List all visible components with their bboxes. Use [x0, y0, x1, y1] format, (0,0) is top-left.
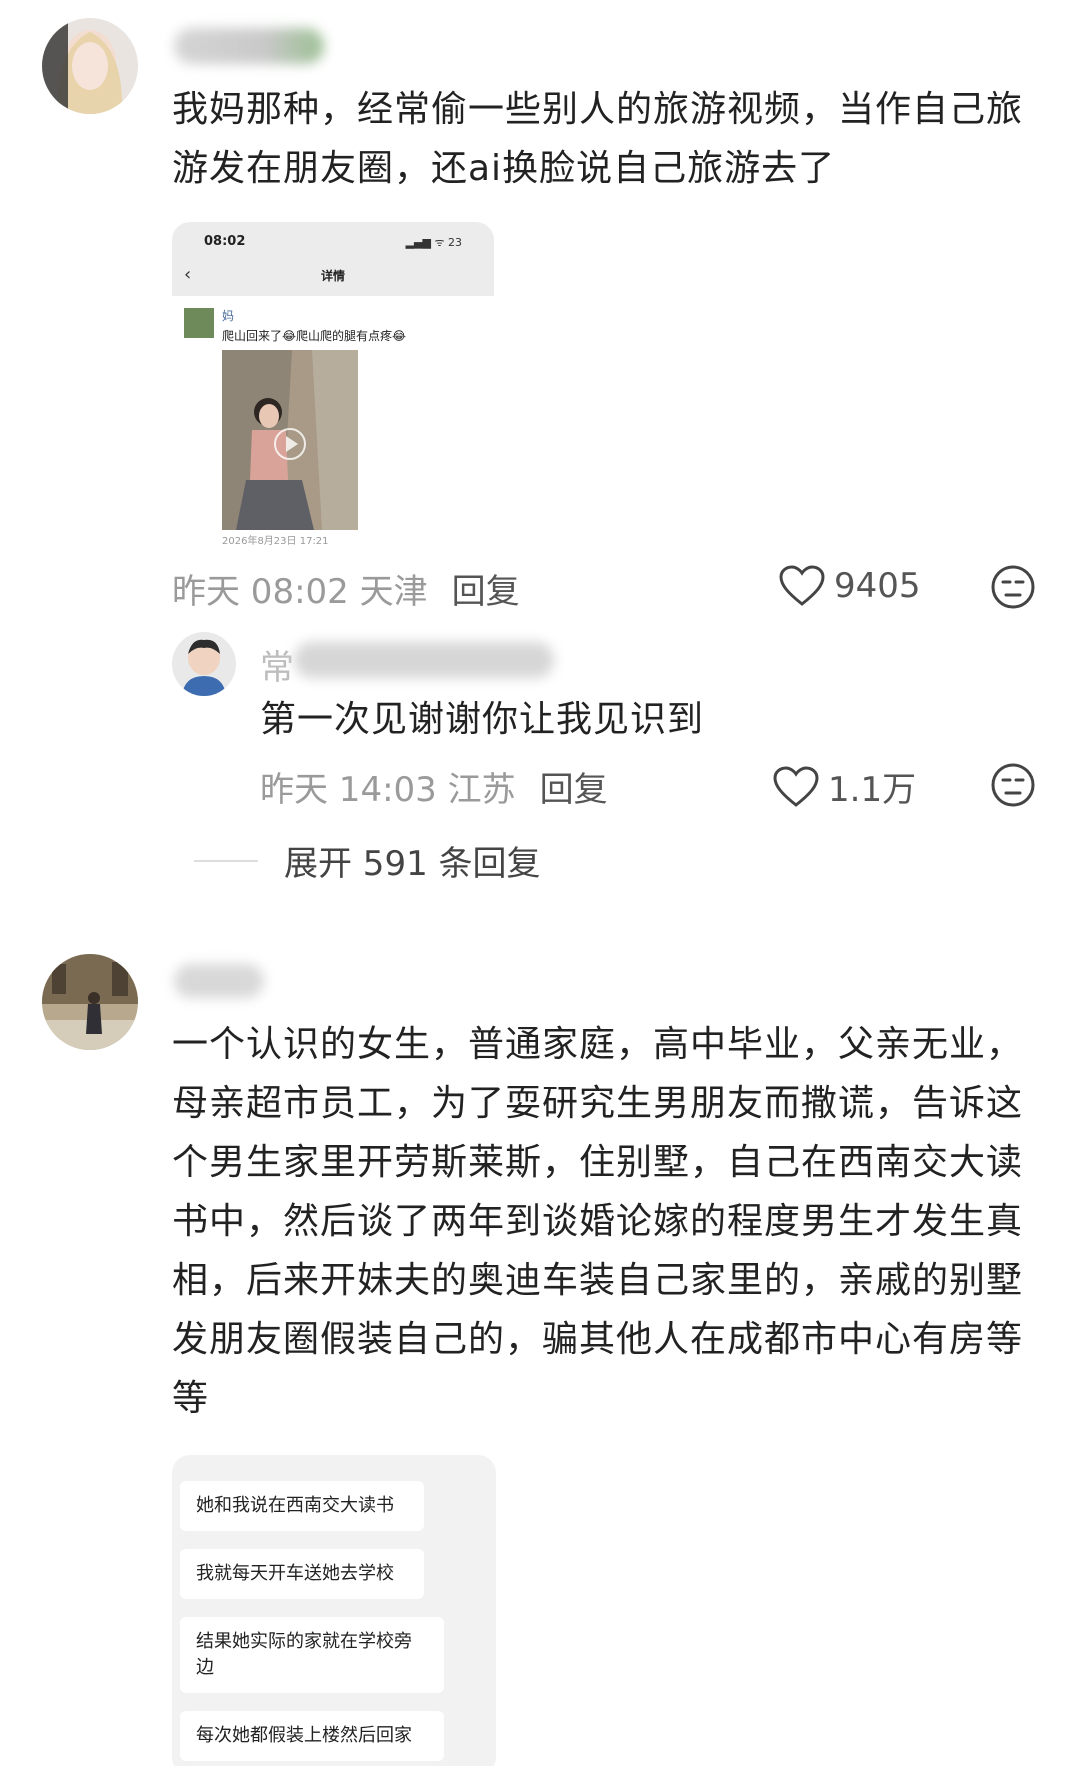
- like-count: 9405: [834, 566, 921, 606]
- reply-text: 第一次见谢谢你让我见识到: [260, 699, 705, 740]
- heart-outline-icon: [773, 765, 819, 807]
- poster-name: 妈: [222, 309, 235, 323]
- expand-replies-button[interactable]: 展开 591 条回复: [194, 836, 541, 885]
- unamused-face-icon[interactable]: [990, 564, 1036, 610]
- username-blurred: [294, 642, 554, 678]
- expand-replies-label: 展开 591 条回复: [284, 844, 541, 884]
- screenshot-title: 详情: [320, 269, 345, 283]
- reply-meta: 昨天 14:03 江苏 回复: [260, 762, 608, 811]
- like-button[interactable]: 9405: [778, 564, 921, 608]
- divider: [194, 859, 258, 862]
- post-text: 爬山回来了😂爬山爬的腿有点疼😂: [222, 329, 407, 343]
- chat-bubble: 每次她都假装上楼然后回家: [180, 1711, 444, 1761]
- username-blurred[interactable]: [174, 28, 324, 64]
- reply-button[interactable]: 回复: [540, 770, 608, 810]
- chat-screenshot-image[interactable]: 她和我说在西南交大读书 我就每天开车送她去学校 结果她实际的家就在学校旁边 每次…: [172, 1455, 496, 1766]
- post-photo: [222, 350, 358, 530]
- reply-button[interactable]: 回复: [452, 572, 520, 612]
- comment-meta: 昨天 08:02 天津 回复: [172, 564, 520, 613]
- reply-username[interactable]: 常: [260, 640, 294, 689]
- chat-bubble: 结果她实际的家就在学校旁边: [180, 1617, 444, 1693]
- heart-outline-icon: [779, 565, 825, 606]
- comment-text: 我妈那种，经常偷一些别人的旅游视频，当作自己旅游发在朋友圈，还ai换脸说自己旅游…: [172, 89, 1024, 189]
- like-count: 1.1万: [828, 770, 917, 810]
- status-time: 08:02: [204, 234, 246, 249]
- chat-bubble: 她和我说在西南交大读书: [180, 1481, 424, 1531]
- avatar-image: [172, 632, 236, 696]
- poster-avatar: [184, 308, 214, 338]
- reply-avatar[interactable]: [172, 632, 236, 696]
- comment-text: 一个认识的女生，普通家庭，高中毕业，父亲无业，母亲超市员工，为了耍研究生男朋友而…: [172, 1024, 1024, 1419]
- comment-time-location: 昨天 08:02 天津: [172, 572, 428, 612]
- reply-time-location: 昨天 14:03 江苏: [260, 770, 516, 810]
- avatar[interactable]: [42, 954, 138, 1050]
- username-blurred[interactable]: [174, 964, 264, 998]
- unamused-face-icon[interactable]: [990, 762, 1036, 808]
- chat-bubble: 我就每天开车送她去学校: [180, 1549, 424, 1599]
- avatar-image: [42, 954, 138, 1050]
- status-icons: ▂▄▆ ᯤ 23: [405, 236, 462, 249]
- post-date: 2026年8月23日 17:21: [222, 536, 329, 546]
- avatar-image: [42, 18, 138, 114]
- like-button[interactable]: 1.1万: [772, 762, 916, 811]
- avatar[interactable]: [42, 18, 138, 114]
- screenshot-image[interactable]: 08:02 ▂▄▆ ᯤ 23 ‹ 详情 妈 爬山回来了😂爬山爬的腿有点疼😂 20…: [172, 222, 494, 546]
